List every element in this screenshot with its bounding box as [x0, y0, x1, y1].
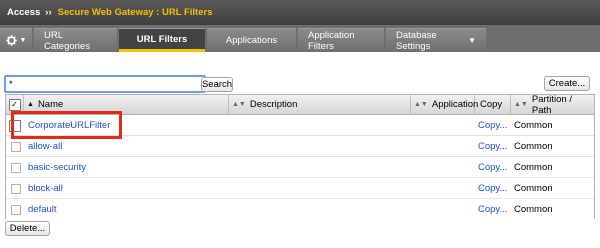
copy-link[interactable]: Copy...	[478, 115, 507, 135]
filter-name-link[interactable]: CorporateURLFilter	[28, 115, 110, 135]
sort-icon: ▲▼	[514, 101, 528, 108]
partition-column-label: Partition / Path	[531, 93, 572, 116]
tab-applications[interactable]: Applications	[207, 28, 296, 52]
copy-column-header: Copy	[475, 95, 511, 114]
breadcrumb: Access ›› Secure Web Gateway : URL Filte…	[0, 0, 600, 25]
delete-button[interactable]: Delete...	[5, 221, 50, 236]
table-row: default Copy... Common	[6, 199, 594, 219]
description-column-label: Description	[249, 99, 298, 110]
gear-menu-button[interactable]: ▼	[0, 28, 32, 52]
copy-link[interactable]: Copy...	[478, 178, 507, 198]
application-column-label: Application	[431, 99, 479, 110]
table-row: allow-all Copy... Common	[6, 136, 594, 157]
sort-ascending-icon: ▲	[27, 101, 34, 108]
breadcrumb-separator: ››	[45, 7, 52, 18]
url-filters-table: ✓ ▲ Name ▲▼ Description ▲▼ Application C…	[5, 94, 595, 219]
caret-down-icon: ▼	[468, 36, 476, 45]
table-row: CorporateURLFilter Copy... Common	[6, 115, 594, 136]
name-column-header[interactable]: ▲ Name	[24, 95, 229, 114]
gear-icon	[5, 35, 17, 46]
row-checkbox[interactable]	[9, 120, 21, 132]
copy-link[interactable]: Copy...	[478, 199, 507, 219]
sort-icon: ▲▼	[232, 101, 246, 108]
partition-value: Common	[514, 203, 553, 215]
tab-database-settings-label: Database Settings	[396, 29, 437, 52]
partition-value: Common	[514, 119, 553, 131]
partition-value: Common	[514, 182, 553, 194]
search-input[interactable]	[4, 75, 206, 93]
tab-url-filters[interactable]: URL Filters	[119, 28, 205, 52]
row-checkbox[interactable]	[11, 205, 21, 215]
table-row: block-all Copy... Common	[6, 178, 594, 199]
row-checkbox[interactable]	[11, 163, 21, 173]
partition-value: Common	[514, 161, 553, 173]
tab-database-settings[interactable]: Database Settings ▼	[386, 28, 486, 52]
row-checkbox[interactable]	[11, 142, 21, 152]
sort-icon: ▲▼	[414, 101, 428, 108]
filter-name-link[interactable]: default	[28, 199, 57, 219]
filter-name-link[interactable]: allow-all	[28, 136, 62, 156]
row-checkbox[interactable]	[11, 184, 21, 194]
table-row: basic-security Copy... Common	[6, 157, 594, 178]
copy-link[interactable]: Copy...	[478, 136, 507, 156]
description-column-header[interactable]: ▲▼ Description	[229, 95, 411, 114]
name-column-label: Name	[37, 99, 64, 110]
application-column-header[interactable]: ▲▼ Application	[411, 95, 479, 114]
create-button[interactable]: Create...	[544, 76, 590, 91]
filter-name-link[interactable]: block-all	[28, 178, 63, 198]
filter-name-link[interactable]: basic-security	[28, 157, 86, 177]
tab-application-filters[interactable]: Application Filters	[298, 28, 384, 52]
search-button[interactable]: Search	[201, 77, 233, 92]
page-title: Secure Web Gateway : URL Filters	[57, 7, 213, 18]
tab-url-categories[interactable]: URL Categories	[34, 28, 117, 52]
partition-column-header[interactable]: ▲▼ Partition / Path	[511, 93, 594, 116]
partition-value: Common	[514, 140, 553, 152]
copy-link[interactable]: Copy...	[478, 157, 507, 177]
breadcrumb-root[interactable]: Access	[7, 7, 40, 18]
caret-down-icon: ▼	[19, 37, 27, 44]
table-header: ✓ ▲ Name ▲▼ Description ▲▼ Application C…	[6, 93, 594, 116]
select-all-checkbox[interactable]: ✓	[8, 98, 21, 111]
copy-column-label: Copy	[480, 99, 503, 110]
select-all-header: ✓	[6, 95, 24, 114]
tab-bar: ▼ URL Categories URL Filters Application…	[0, 25, 600, 52]
